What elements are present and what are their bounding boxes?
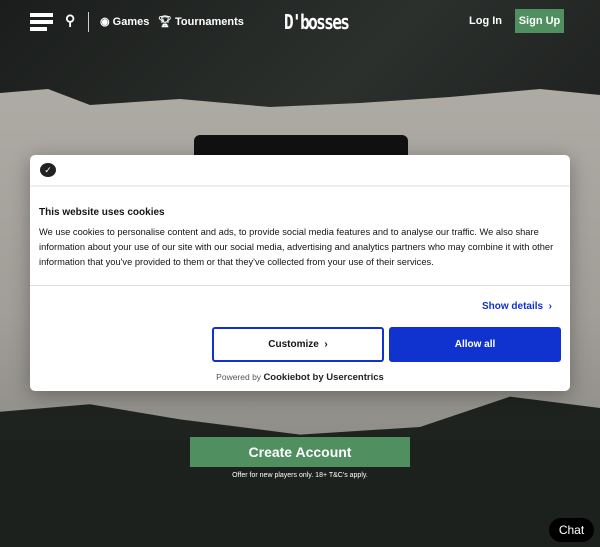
chat-button[interactable]: Chat [549,518,594,542]
chevron-right-icon: › [321,339,328,350]
logo[interactable]: D'bosses [284,10,350,34]
nav-games[interactable]: ◉ Games [100,15,149,28]
trophy-icon: 🏆︎ [158,16,176,28]
divider [88,12,89,32]
cookiebot-logo-icon: ✓ [40,163,56,177]
signup-button[interactable]: Sign Up [515,9,564,33]
cookie-title: This website uses cookies [39,207,165,218]
allow-all-button[interactable]: Allow all [389,327,561,362]
top-nav: ⚲ ◉ Games 🏆︎ Tournaments D'bosses Log In… [0,0,600,42]
offer-text: Offer for new players only. 18+ T&C's ap… [232,472,368,479]
cookie-dialog: ✓ This website uses cookies We use cooki… [30,155,570,391]
powered-by[interactable]: Powered by Cookiebot by Usercentrics [30,372,570,383]
menu-icon[interactable] [30,13,53,34]
show-details-link[interactable]: Show details › [482,301,552,312]
create-account-button[interactable]: Create Account [190,437,410,467]
search-icon[interactable]: ⚲ [65,12,75,29]
cookie-text: We use cookies to personalise content an… [39,227,554,267]
login-link[interactable]: Log In [469,15,502,27]
chevron-right-icon: › [545,301,552,312]
games-icon: ◉ [100,16,113,28]
divider [30,285,570,286]
nav-tournaments[interactable]: 🏆︎ Tournaments [158,15,244,28]
customize-button[interactable]: Customize › [212,327,384,362]
